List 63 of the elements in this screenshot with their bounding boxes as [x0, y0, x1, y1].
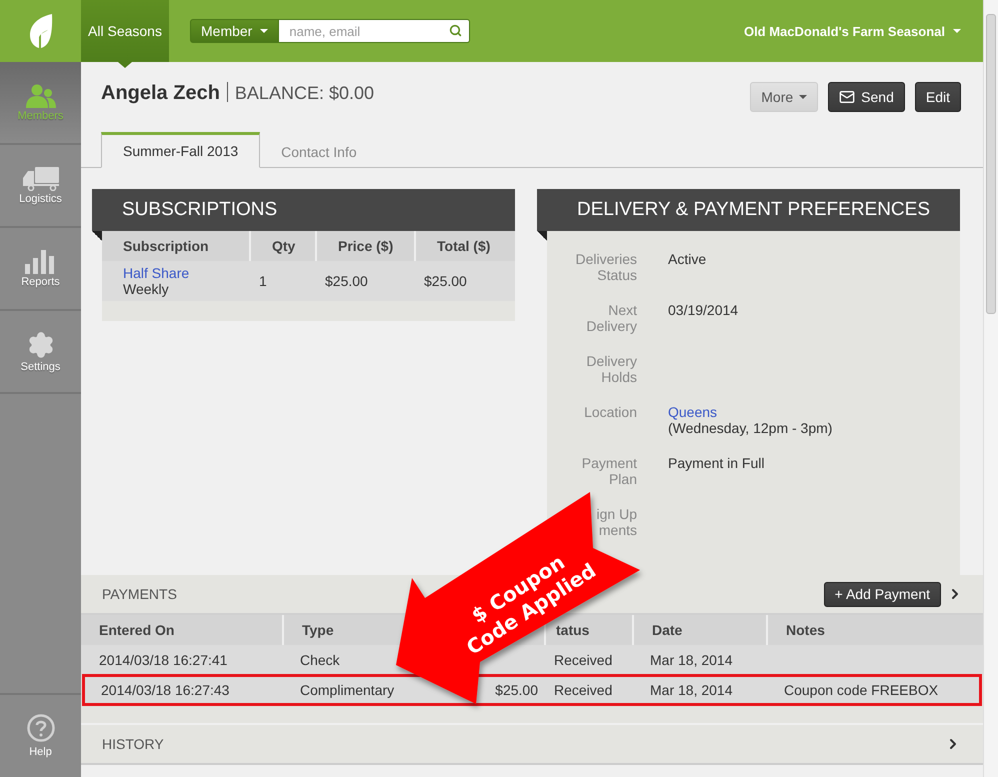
more-button[interactable]: More [750, 82, 818, 112]
search-icon [449, 24, 462, 37]
caret-icon [260, 29, 268, 33]
caret-icon [799, 95, 808, 99]
table-cell: 1 [249, 261, 315, 301]
people-icon [26, 84, 56, 108]
table-cell: $25.00 [414, 261, 515, 301]
table-cell: Received [554, 652, 612, 668]
scrollbar[interactable] [983, 0, 998, 777]
field-label: Delivery Holds [585, 353, 637, 387]
table-cell: Coupon code FREEBOX [784, 682, 938, 698]
column-header: Subscription [102, 231, 249, 261]
member-name: Angela Zech [101, 82, 220, 104]
add-payment-button[interactable]: + Add Payment [824, 582, 941, 606]
tab[interactable]: Summer-Fall 2013 [101, 132, 260, 168]
table-cell: 2014/03/18 16:27:41 [99, 652, 228, 668]
column-header: Qty [249, 231, 315, 261]
field-label: Payment Plan [580, 455, 637, 489]
column-header: Price ($) [315, 231, 414, 261]
table-cell: Complimentary [300, 682, 394, 698]
table-cell: Received [554, 682, 612, 698]
field-value: (Wednesday, 12pm - 3pm) [668, 420, 834, 436]
panel-title: SUBSCRIPTIONS [122, 199, 278, 221]
settings-icon [26, 330, 54, 358]
envelope-icon [839, 89, 856, 105]
table-cell: $25.00 [495, 682, 538, 698]
caret-icon [953, 29, 961, 33]
search-field[interactable]: name, email [279, 19, 470, 43]
column-header: Total ($) [414, 231, 515, 261]
section-title: HISTORY [102, 736, 164, 752]
table-cell: Mar 18, 2014 [650, 652, 732, 668]
leaf-logo-icon [28, 13, 54, 49]
column-header: Entered On [81, 615, 282, 645]
season-tab[interactable]: All Seasons [81, 0, 169, 62]
section-title: PAYMENTS [102, 586, 177, 602]
panel-title: DELIVERY & PAYMENT PREFERENCES [576, 199, 930, 221]
help-icon [26, 714, 54, 742]
field-label: ign Up ments [596, 506, 637, 540]
farm-menu[interactable]: Old MacDonald's Farm Seasonal [744, 24, 961, 38]
history-section[interactable]: HISTORY [81, 725, 983, 765]
truck-icon [22, 166, 58, 190]
field-label: Deliveries Status [574, 251, 637, 285]
table-cell: $25.00 [315, 261, 414, 301]
tab[interactable]: Contact Info [260, 132, 378, 168]
table-cell: Check [300, 652, 340, 668]
location-link[interactable]: Queens [668, 404, 960, 420]
edit-button[interactable]: Edit [914, 82, 961, 112]
search-scope-dropdown[interactable]: Member [190, 19, 280, 43]
field-value: Active [668, 251, 708, 267]
field-label: Location [583, 404, 637, 422]
send-button[interactable]: Send [828, 82, 905, 112]
column-header: Date [632, 615, 766, 645]
field-value: Payment in Full [668, 455, 766, 471]
bar-chart-icon [24, 250, 56, 274]
column-header: tatus [544, 615, 632, 645]
field-label: Next Delivery [585, 302, 637, 336]
frequency-text: Weekly [123, 281, 170, 297]
subscription-link[interactable]: Half Share [123, 265, 249, 281]
column-header: Notes [766, 615, 983, 645]
balance: BALANCE: $0.00 [234, 83, 374, 103]
table-cell: 2014/03/18 16:27:43 [101, 682, 230, 698]
table-cell: Mar 18, 2014 [650, 682, 732, 698]
field-value: 03/19/2014 [668, 302, 740, 318]
